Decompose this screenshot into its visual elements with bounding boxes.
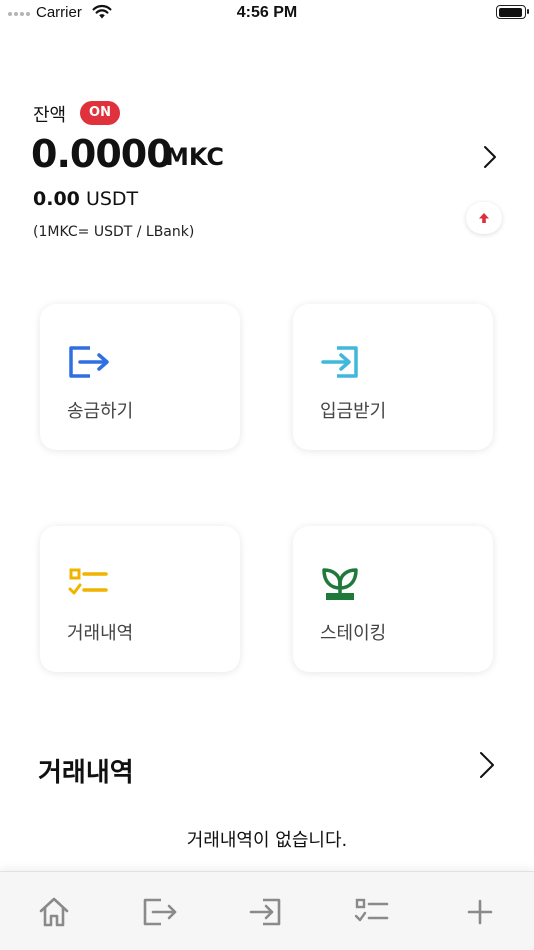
tab-send[interactable] [140, 894, 180, 930]
history-section-title: 거래내역 [38, 758, 134, 788]
usdt-balance: 0.00 USDT [33, 188, 138, 210]
history-card[interactable]: 거래내역 [40, 526, 240, 672]
balance-detail-chevron-icon[interactable] [480, 144, 500, 174]
usdt-amount: 0.00 [33, 188, 80, 210]
balance-label: 잔액 [33, 105, 67, 126]
balance-unit: MKC [165, 143, 225, 171]
up-arrow-icon [479, 213, 489, 223]
tab-bar [0, 871, 534, 950]
send-card-label: 송금하기 [67, 401, 134, 422]
checklist-icon [354, 898, 389, 922]
tab-history[interactable] [352, 894, 392, 930]
status-time: 4:56 PM [236, 4, 298, 21]
plus-icon [467, 899, 493, 925]
home-icon [39, 897, 69, 927]
sprout-icon [319, 566, 365, 610]
history-empty-message: 거래내역이 없습니다. [186, 830, 348, 851]
battery-icon [496, 5, 529, 19]
checklist-icon [66, 566, 112, 606]
send-out-icon [66, 344, 112, 384]
refresh-button[interactable] [466, 202, 502, 234]
receive-card-label: 입금받기 [320, 401, 387, 422]
balance-amount: 0.0000 [31, 132, 173, 176]
receive-in-icon [319, 344, 365, 384]
exchange-rate-note: (1MKC= USDT / LBank) [33, 224, 195, 240]
tab-receive[interactable] [246, 894, 286, 930]
status-bar: Carrier 4:56 PM [0, 0, 534, 28]
tab-home[interactable] [34, 894, 74, 930]
status-badge: ON [80, 101, 120, 125]
send-out-icon [143, 898, 177, 926]
staking-card-label: 스테이킹 [320, 623, 387, 644]
usdt-unit: USDT [85, 188, 139, 210]
send-card[interactable]: 송금하기 [40, 304, 240, 450]
tab-add[interactable] [460, 894, 500, 930]
history-more-chevron-icon[interactable] [476, 750, 498, 784]
receive-card[interactable]: 입금받기 [293, 304, 493, 450]
history-card-label: 거래내역 [67, 623, 134, 644]
staking-card[interactable]: 스테이킹 [293, 526, 493, 672]
receive-in-icon [249, 898, 281, 926]
